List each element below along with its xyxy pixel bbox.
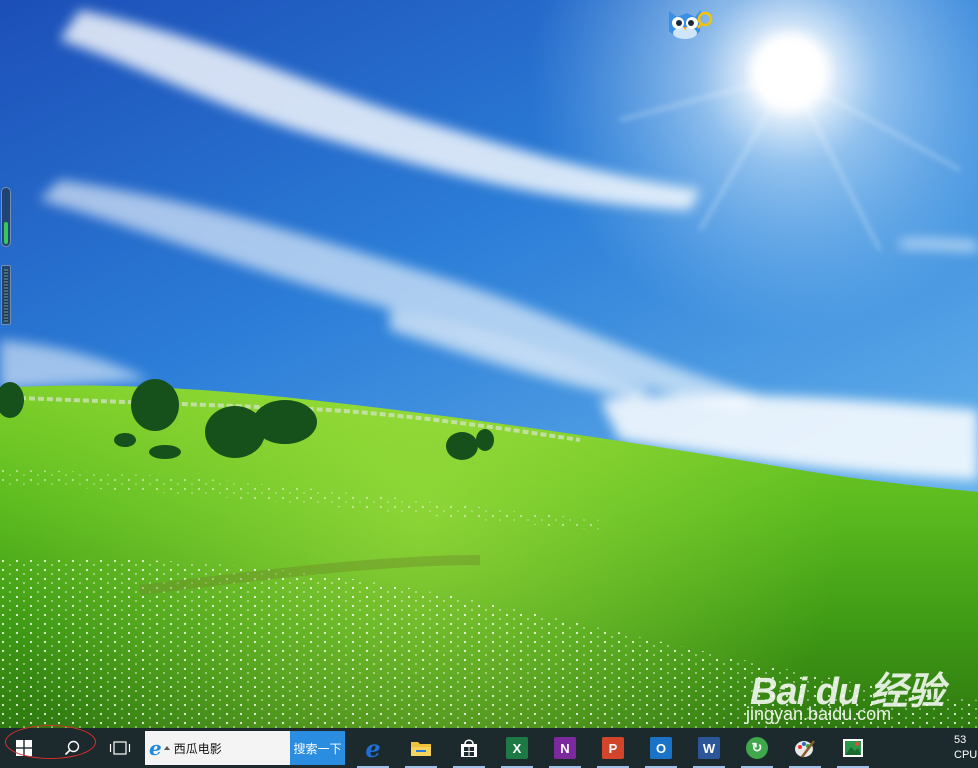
tray-cpu-value: 53 <box>954 734 967 746</box>
taskbar-app-file-explorer[interactable] <box>397 728 445 768</box>
tray-cpu-label: CPU <box>954 749 978 761</box>
start-button[interactable] <box>0 728 48 768</box>
meter-gauge-bottom-fill <box>4 269 8 322</box>
outlook-icon: O <box>650 737 672 759</box>
taskbar-app-outlook[interactable]: O <box>637 728 685 768</box>
web-search-submit-button[interactable]: 搜索一下 <box>290 731 345 765</box>
word-icon: W <box>698 737 720 759</box>
meter-gauge-top <box>1 187 11 247</box>
wallpaper <box>0 0 978 728</box>
web-search-text: 西瓜电影 <box>173 741 222 756</box>
internet-explorer-icon: e <box>149 736 162 760</box>
photos-icon <box>842 737 864 759</box>
taskbar-web-search: e 西瓜电影 搜索一下 <box>145 731 345 765</box>
taskbar-app-excel[interactable]: X <box>493 728 541 768</box>
tray-cpu-readout[interactable]: 53 CPU <box>954 728 978 768</box>
taskbar-app-onenote[interactable]: N <box>541 728 589 768</box>
taskbar-app-paint[interactable] <box>781 728 829 768</box>
taskbar-app-edge[interactable]: e <box>349 728 397 768</box>
search-button[interactable] <box>48 728 96 768</box>
taskbar-app-store[interactable] <box>445 728 493 768</box>
pinned-apps: e X N P O W ↻ <box>349 728 877 768</box>
owl-icon[interactable] <box>665 7 713 41</box>
windows-logo-icon <box>16 740 32 756</box>
taskbar: e 西瓜电影 搜索一下 e X N P O W ↻ <box>0 728 978 768</box>
task-view-icon <box>109 741 131 755</box>
excel-icon: X <box>506 737 528 759</box>
store-icon <box>458 737 480 759</box>
search-icon <box>64 740 80 756</box>
watermark-url: jingyan.baidu.com <box>746 704 892 724</box>
desktop: Bai du 经验 jingyan.baidu.com e 西瓜电影 搜索一下 … <box>0 0 978 768</box>
task-view-button[interactable] <box>96 728 144 768</box>
paint-icon <box>794 737 816 759</box>
edge-icon: e <box>365 733 381 763</box>
taskbar-app-powerpoint[interactable]: P <box>589 728 637 768</box>
onenote-icon: N <box>554 737 576 759</box>
file-explorer-icon <box>410 737 432 759</box>
web-search-input[interactable]: e 西瓜电影 <box>145 731 290 765</box>
meter-gauge-top-fill <box>4 222 8 244</box>
refresh-app-icon: ↻ <box>746 737 768 759</box>
baidu-jingyan-watermark: Bai du 经验 jingyan.baidu.com <box>740 660 965 728</box>
system-meter-widget[interactable] <box>1 187 11 325</box>
powerpoint-icon: P <box>602 737 624 759</box>
caret-up-icon[interactable] <box>163 746 170 750</box>
taskbar-app-refresh-app[interactable]: ↻ <box>733 728 781 768</box>
taskbar-app-word[interactable]: W <box>685 728 733 768</box>
meter-gauge-bottom <box>1 265 11 325</box>
taskbar-app-photos[interactable] <box>829 728 877 768</box>
